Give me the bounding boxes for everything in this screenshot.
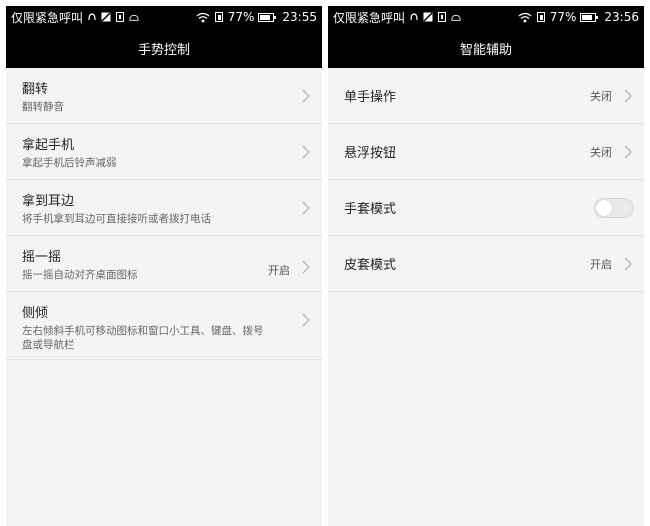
chevron-right-icon: [302, 313, 310, 327]
setting-title: 拿起手机: [22, 138, 75, 153]
setting-subtitle: 左右倾斜手机可移动图标和窗口小工具、键盘、拨号盘或导航栏: [22, 325, 264, 351]
setting-value: 关闭: [590, 145, 612, 159]
battery-percent: 77%: [227, 10, 255, 24]
chevron-right-icon: [624, 145, 632, 158]
settings-list: 单手操作 关闭 悬浮按钮 关闭 手套模式 皮套模式 开启: [328, 68, 644, 292]
setting-title: 拿到耳边: [22, 194, 75, 209]
page-title: 智能辅助: [328, 28, 644, 68]
setting-flip[interactable]: 翻转 翻转静音: [6, 68, 322, 124]
chevron-right-icon: [624, 89, 632, 102]
android-icon: [451, 14, 461, 21]
settings-list: 翻转 翻转静音 拿起手机 拿起手机后铃声减弱 拿到耳边 将手机拿到耳边可直接接听…: [6, 68, 322, 360]
carrier-text: 仅限紧急呼叫: [11, 10, 84, 25]
page-title: 手势控制: [6, 28, 322, 68]
setting-value: 关闭: [590, 89, 612, 103]
status-icons: [409, 12, 518, 22]
chevron-right-icon: [302, 201, 310, 215]
toggle-knob: [596, 200, 612, 216]
chevron-right-icon: [302, 145, 310, 159]
battery-percent: 77%: [549, 10, 577, 24]
nfc-icon: [88, 13, 96, 21]
setting-subtitle: 翻转静音: [22, 101, 64, 113]
setting-shake[interactable]: 摇一摇 摇一摇自动对齐桌面图标 开启: [6, 236, 322, 292]
setting-glove-mode[interactable]: 手套模式: [328, 180, 644, 236]
phone-screen-gesture-control: 仅限紧急呼叫 77% 23:55 手势控制 翻转 翻转静音 拿起手机 拿起手机后…: [6, 6, 322, 526]
sim-icon: [116, 12, 125, 22]
chevron-right-icon: [302, 89, 310, 103]
nfc-icon: [410, 13, 418, 21]
setting-tilt[interactable]: 侧倾 左右倾斜手机可移动图标和窗口小工具、键盘、拨号盘或导航栏: [6, 292, 322, 360]
setting-value: 开启: [590, 257, 612, 271]
setting-title: 悬浮按钮: [344, 146, 397, 161]
status-bar: 仅限紧急呼叫 77% 23:56: [328, 6, 644, 28]
setting-floating-button[interactable]: 悬浮按钮 关闭: [328, 124, 644, 180]
battery-icon: [258, 12, 277, 22]
setting-one-hand-mode[interactable]: 单手操作 关闭: [328, 68, 644, 124]
glove-mode-toggle[interactable]: [594, 198, 634, 218]
chevron-right-icon: [302, 260, 310, 274]
setting-title: 手套模式: [344, 202, 397, 217]
setting-title: 翻转: [22, 82, 49, 97]
battery-icon: [580, 12, 599, 22]
sim-card-icon: [536, 12, 545, 22]
setting-pick-up[interactable]: 拿起手机 拿起手机后铃声减弱: [6, 124, 322, 180]
setting-raise-to-ear[interactable]: 拿到耳边 将手机拿到耳边可直接接听或者拨打电话: [6, 180, 322, 236]
status-icons: [87, 12, 196, 22]
chevron-right-icon: [624, 257, 632, 270]
setting-subtitle: 拿起手机后铃声减弱: [22, 157, 117, 169]
phone-screen-smart-assist: 仅限紧急呼叫 77% 23:56 智能辅助 单手操作 关闭 悬浮按钮 关闭 手套…: [328, 6, 644, 526]
notification-icon: [423, 12, 433, 22]
android-icon: [129, 14, 139, 21]
setting-cover-mode[interactable]: 皮套模式 开启: [328, 236, 644, 292]
sim-icon: [438, 12, 447, 22]
setting-title: 侧倾: [22, 306, 49, 321]
clock: 23:56: [604, 10, 639, 24]
status-bar: 仅限紧急呼叫 77% 23:55: [6, 6, 322, 28]
setting-value: 开启: [268, 264, 290, 277]
wifi-icon: [196, 12, 210, 22]
carrier-text: 仅限紧急呼叫: [333, 10, 406, 25]
wifi-icon: [518, 12, 532, 22]
setting-title: 单手操作: [344, 90, 397, 105]
sim-card-icon: [214, 12, 223, 22]
setting-subtitle: 将手机拿到耳边可直接接听或者拨打电话: [22, 213, 211, 225]
setting-title: 皮套模式: [344, 258, 397, 273]
clock: 23:55: [282, 10, 317, 24]
notification-icon: [101, 12, 111, 22]
